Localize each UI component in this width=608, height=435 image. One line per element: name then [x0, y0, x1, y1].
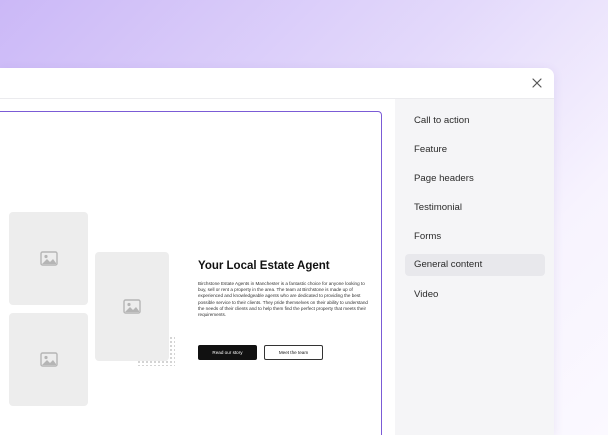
image-placeholder-icon	[123, 299, 141, 314]
template-picker-modal: Your Local Estate Agent Birchstone Estat…	[0, 68, 554, 435]
template-category-sidebar: Call to action Feature Page headers Test…	[395, 99, 554, 435]
image-placeholder-icon	[39, 251, 58, 266]
image-placeholder	[9, 313, 88, 406]
sidebar-item-general-content[interactable]: General content	[405, 254, 545, 276]
sidebar-item-forms[interactable]: Forms	[405, 226, 545, 248]
image-placeholder-icon	[39, 352, 58, 367]
section-body: Birchstone Estate Agents in Manchester i…	[198, 281, 368, 318]
sidebar-item-video[interactable]: Video	[405, 284, 545, 306]
image-placeholder	[95, 252, 169, 361]
close-button[interactable]	[530, 76, 544, 90]
meet-the-team-button[interactable]: Meet the team	[264, 345, 323, 360]
read-our-story-button[interactable]: Read our story	[198, 345, 257, 360]
sidebar-item-call-to-action[interactable]: Call to action	[405, 110, 545, 132]
sidebar-item-feature[interactable]: Feature	[405, 139, 545, 161]
sidebar-item-testimonial[interactable]: Testimonial	[405, 197, 545, 219]
content-block: Your Local Estate Agent Birchstone Estat…	[198, 259, 368, 318]
image-placeholder	[9, 212, 88, 305]
sidebar-item-page-headers[interactable]: Page headers	[405, 168, 545, 190]
button-row: Read our story Meet the team	[198, 345, 323, 360]
modal-header	[0, 68, 554, 99]
template-preview: Your Local Estate Agent Birchstone Estat…	[0, 99, 395, 435]
close-icon	[532, 78, 542, 88]
section-heading: Your Local Estate Agent	[198, 260, 330, 272]
